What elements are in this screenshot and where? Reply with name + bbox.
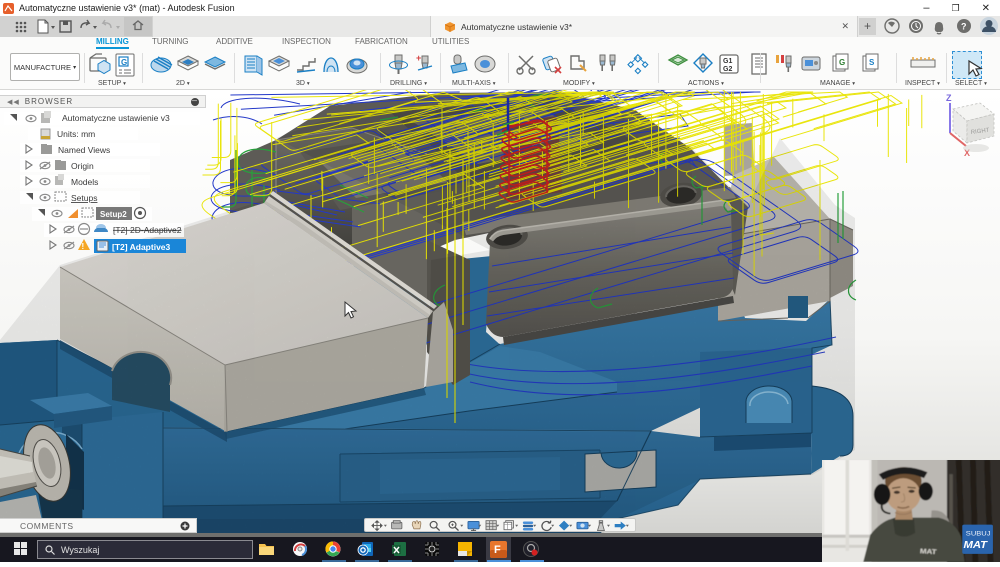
svg-text:Z: Z bbox=[946, 93, 952, 103]
svg-text:[T2] 2D-Adaptive2: [T2] 2D-Adaptive2 bbox=[113, 225, 182, 235]
svg-text:G: G bbox=[839, 58, 845, 67]
svg-text:F: F bbox=[494, 544, 501, 556]
svg-text:Setup2: Setup2 bbox=[100, 210, 127, 219]
svg-text:Models: Models bbox=[71, 177, 98, 187]
svg-text:SUBUJ: SUBUJ bbox=[966, 531, 991, 537]
svg-text:[T2] Adaptive3: [T2] Adaptive3 bbox=[112, 242, 171, 252]
svg-text:S: S bbox=[869, 58, 875, 67]
svg-text:!: ! bbox=[82, 242, 85, 251]
svg-text:Origin: Origin bbox=[71, 161, 94, 171]
svg-text:G: G bbox=[121, 58, 127, 67]
svg-text:Units: mm: Units: mm bbox=[57, 129, 95, 139]
svg-text:G1: G1 bbox=[723, 58, 732, 65]
svg-text:+: + bbox=[416, 53, 421, 63]
svg-text:MAT: MAT bbox=[963, 540, 988, 551]
svg-text:MAT: MAT bbox=[920, 547, 938, 556]
svg-text:Setups: Setups bbox=[71, 193, 97, 203]
svg-text:?: ? bbox=[961, 22, 967, 32]
svg-text:Automatyczne ustawienie v3: Automatyczne ustawienie v3 bbox=[62, 113, 170, 123]
svg-text:G2: G2 bbox=[723, 66, 732, 73]
svg-text:Named Views: Named Views bbox=[58, 145, 110, 155]
